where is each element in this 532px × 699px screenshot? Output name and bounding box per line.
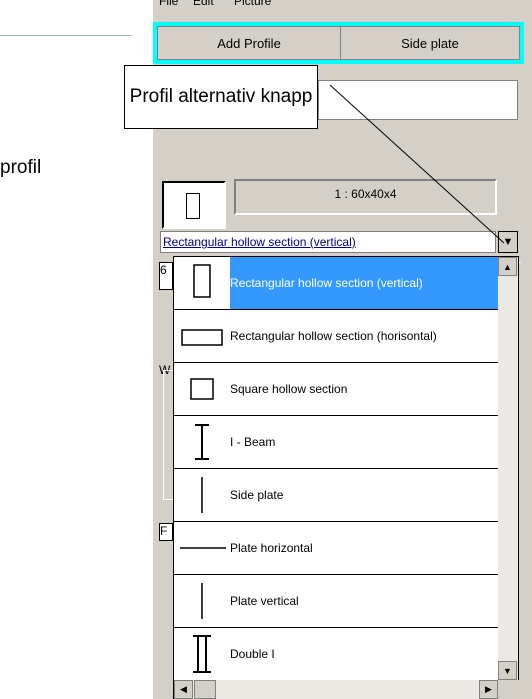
- scroll-thumb[interactable]: [194, 680, 216, 699]
- add-profile-button[interactable]: Add Profile: [157, 26, 341, 60]
- arrow-right-icon: ▶: [485, 684, 492, 694]
- divider-line: [0, 35, 132, 36]
- arrow-up-icon: ▲: [503, 261, 512, 272]
- list-item[interactable]: Square hollow section: [174, 363, 500, 416]
- profile-combobox[interactable]: Rectangular hollow section (vertical): [160, 231, 496, 253]
- f-field[interactable]: F: [159, 523, 173, 541]
- menu-edit[interactable]: Edit: [193, 0, 214, 8]
- list-item-label: Double I: [230, 647, 275, 661]
- plate-vertical-icon: [201, 583, 203, 619]
- rect-horizontal-icon: [181, 329, 223, 346]
- list-item[interactable]: Rectangular hollow section (vertical): [174, 257, 500, 310]
- group-frame: [163, 370, 173, 500]
- menu-bar: File Edit Picture: [153, 0, 532, 14]
- toolbar: Add Profile Side plate: [153, 22, 524, 64]
- value-field[interactable]: 6: [159, 262, 173, 290]
- list-item[interactable]: I - Beam: [174, 416, 500, 469]
- list-item-label: Square hollow section: [230, 382, 348, 396]
- list-item[interactable]: Side plate: [174, 469, 500, 522]
- scroll-right-button[interactable]: ▶: [479, 680, 498, 699]
- profile-preview: [162, 181, 226, 229]
- list-item[interactable]: Plate vertical: [174, 575, 500, 628]
- callout-box: Profil alternativ knapp: [124, 65, 318, 129]
- rect-vertical-icon: [193, 264, 211, 298]
- list-item-label: Rectangular hollow section (horisontal): [230, 329, 437, 343]
- double-i-icon: [193, 635, 211, 673]
- list-item-label: I - Beam: [230, 435, 276, 449]
- input-box[interactable]: [318, 80, 518, 120]
- side-plate-icon: [201, 477, 203, 513]
- combo-selected-text: Rectangular hollow section (vertical): [163, 235, 356, 249]
- list-item-label: Side plate: [230, 488, 284, 502]
- side-plate-button[interactable]: Side plate: [340, 26, 520, 60]
- list-item[interactable]: Rectangular hollow section (horisontal): [174, 310, 500, 363]
- list-item-label: Rectangular hollow section (vertical): [230, 257, 500, 309]
- vertical-scrollbar[interactable]: ▲ ▼: [498, 257, 518, 680]
- list-item-label: Plate vertical: [230, 594, 299, 608]
- rect-vertical-icon: [186, 193, 200, 219]
- profile-dropdown-list: Rectangular hollow section (vertical) Re…: [173, 256, 519, 699]
- list-item[interactable]: Plate horizontal: [174, 522, 500, 575]
- arrow-left-icon: ◀: [180, 684, 187, 694]
- square-icon: [190, 378, 214, 400]
- scroll-down-button[interactable]: ▼: [498, 661, 517, 680]
- horizontal-scrollbar[interactable]: ◀ ▶: [174, 680, 498, 699]
- profile-readout: 1 : 60x40x4: [234, 179, 497, 215]
- menu-picture[interactable]: Picture: [234, 0, 271, 8]
- scroll-corner: [498, 680, 519, 699]
- dropdown-button[interactable]: ▼: [498, 231, 518, 253]
- list-item-label: Plate horizontal: [230, 541, 313, 555]
- list-item[interactable]: Double I: [174, 628, 500, 681]
- i-beam-icon: [195, 424, 209, 460]
- side-text: profil: [0, 157, 42, 178]
- scroll-left-button[interactable]: ◀: [174, 680, 193, 699]
- menu-file[interactable]: File: [159, 0, 178, 8]
- scroll-up-button[interactable]: ▲: [498, 257, 517, 276]
- arrow-down-icon: ▼: [503, 665, 512, 676]
- plate-horizontal-icon: [180, 547, 226, 549]
- chevron-down-icon: ▼: [502, 236, 514, 248]
